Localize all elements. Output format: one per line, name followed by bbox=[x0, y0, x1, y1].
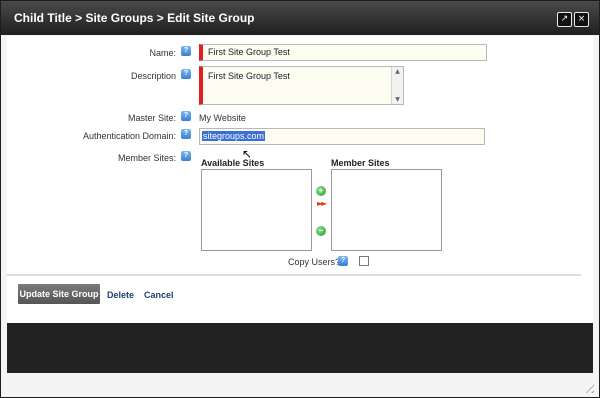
auth-domain-label: Authentication Domain: bbox=[82, 131, 176, 141]
available-sites-list[interactable] bbox=[201, 169, 312, 251]
scroll-down-icon[interactable]: ▼ bbox=[392, 96, 403, 103]
dialog-footer bbox=[1, 373, 599, 397]
available-sites-header: Available Sites bbox=[201, 158, 265, 168]
auth-domain-help-icon[interactable]: ? bbox=[181, 129, 191, 139]
update-site-group-button[interactable]: Update Site Group bbox=[18, 284, 100, 304]
description-value: First Site Group Test bbox=[208, 71, 290, 81]
master-site-value: My Website bbox=[199, 113, 246, 123]
copy-users-checkbox[interactable] bbox=[359, 256, 369, 266]
member-sites-list[interactable] bbox=[331, 169, 442, 251]
master-site-label: Master Site: bbox=[127, 113, 176, 123]
delete-link[interactable]: Delete bbox=[107, 290, 134, 300]
edit-site-group-dialog: Child Title > Site Groups > Edit Site Gr… bbox=[0, 0, 600, 398]
name-input-value: First Site Group Test bbox=[208, 47, 290, 57]
description-scrollbar[interactable]: ▲ ▼ bbox=[391, 67, 403, 104]
name-label: Name: bbox=[149, 48, 176, 58]
actions-divider bbox=[7, 274, 581, 276]
add-all-icon[interactable]: ►► bbox=[317, 199, 327, 208]
auth-domain-value: sitegroups.com bbox=[202, 131, 266, 141]
dialog-titlebar[interactable]: Child Title > Site Groups > Edit Site Gr… bbox=[1, 1, 599, 35]
name-help-icon[interactable]: ? bbox=[181, 46, 191, 56]
member-sites-help-icon[interactable]: ? bbox=[181, 151, 191, 161]
close-icon[interactable]: × bbox=[574, 12, 589, 27]
copy-users-help-icon[interactable]: ? bbox=[338, 256, 348, 266]
description-help-icon[interactable]: ? bbox=[181, 69, 191, 79]
name-input[interactable]: First Site Group Test bbox=[199, 44, 487, 61]
description-label: Description bbox=[130, 71, 176, 81]
scroll-up-icon[interactable]: ▲ bbox=[392, 68, 403, 75]
member-sites-label: Member Sites: bbox=[117, 153, 176, 163]
master-site-help-icon[interactable]: ? bbox=[181, 111, 191, 121]
add-site-icon[interactable]: + bbox=[316, 186, 326, 196]
remove-site-icon[interactable]: − bbox=[316, 226, 326, 236]
description-textarea[interactable]: First Site Group Test ▲ ▼ bbox=[199, 66, 404, 105]
dialog-title: Child Title > Site Groups > Edit Site Gr… bbox=[14, 11, 255, 25]
popout-icon[interactable]: ↗ bbox=[557, 12, 572, 27]
background-overlay bbox=[7, 323, 593, 373]
auth-domain-input[interactable]: sitegroups.com bbox=[199, 128, 485, 145]
member-sites-header: Member Sites bbox=[331, 158, 390, 168]
copy-users-label: Copy Users? bbox=[288, 257, 341, 267]
cancel-link[interactable]: Cancel bbox=[144, 290, 174, 300]
